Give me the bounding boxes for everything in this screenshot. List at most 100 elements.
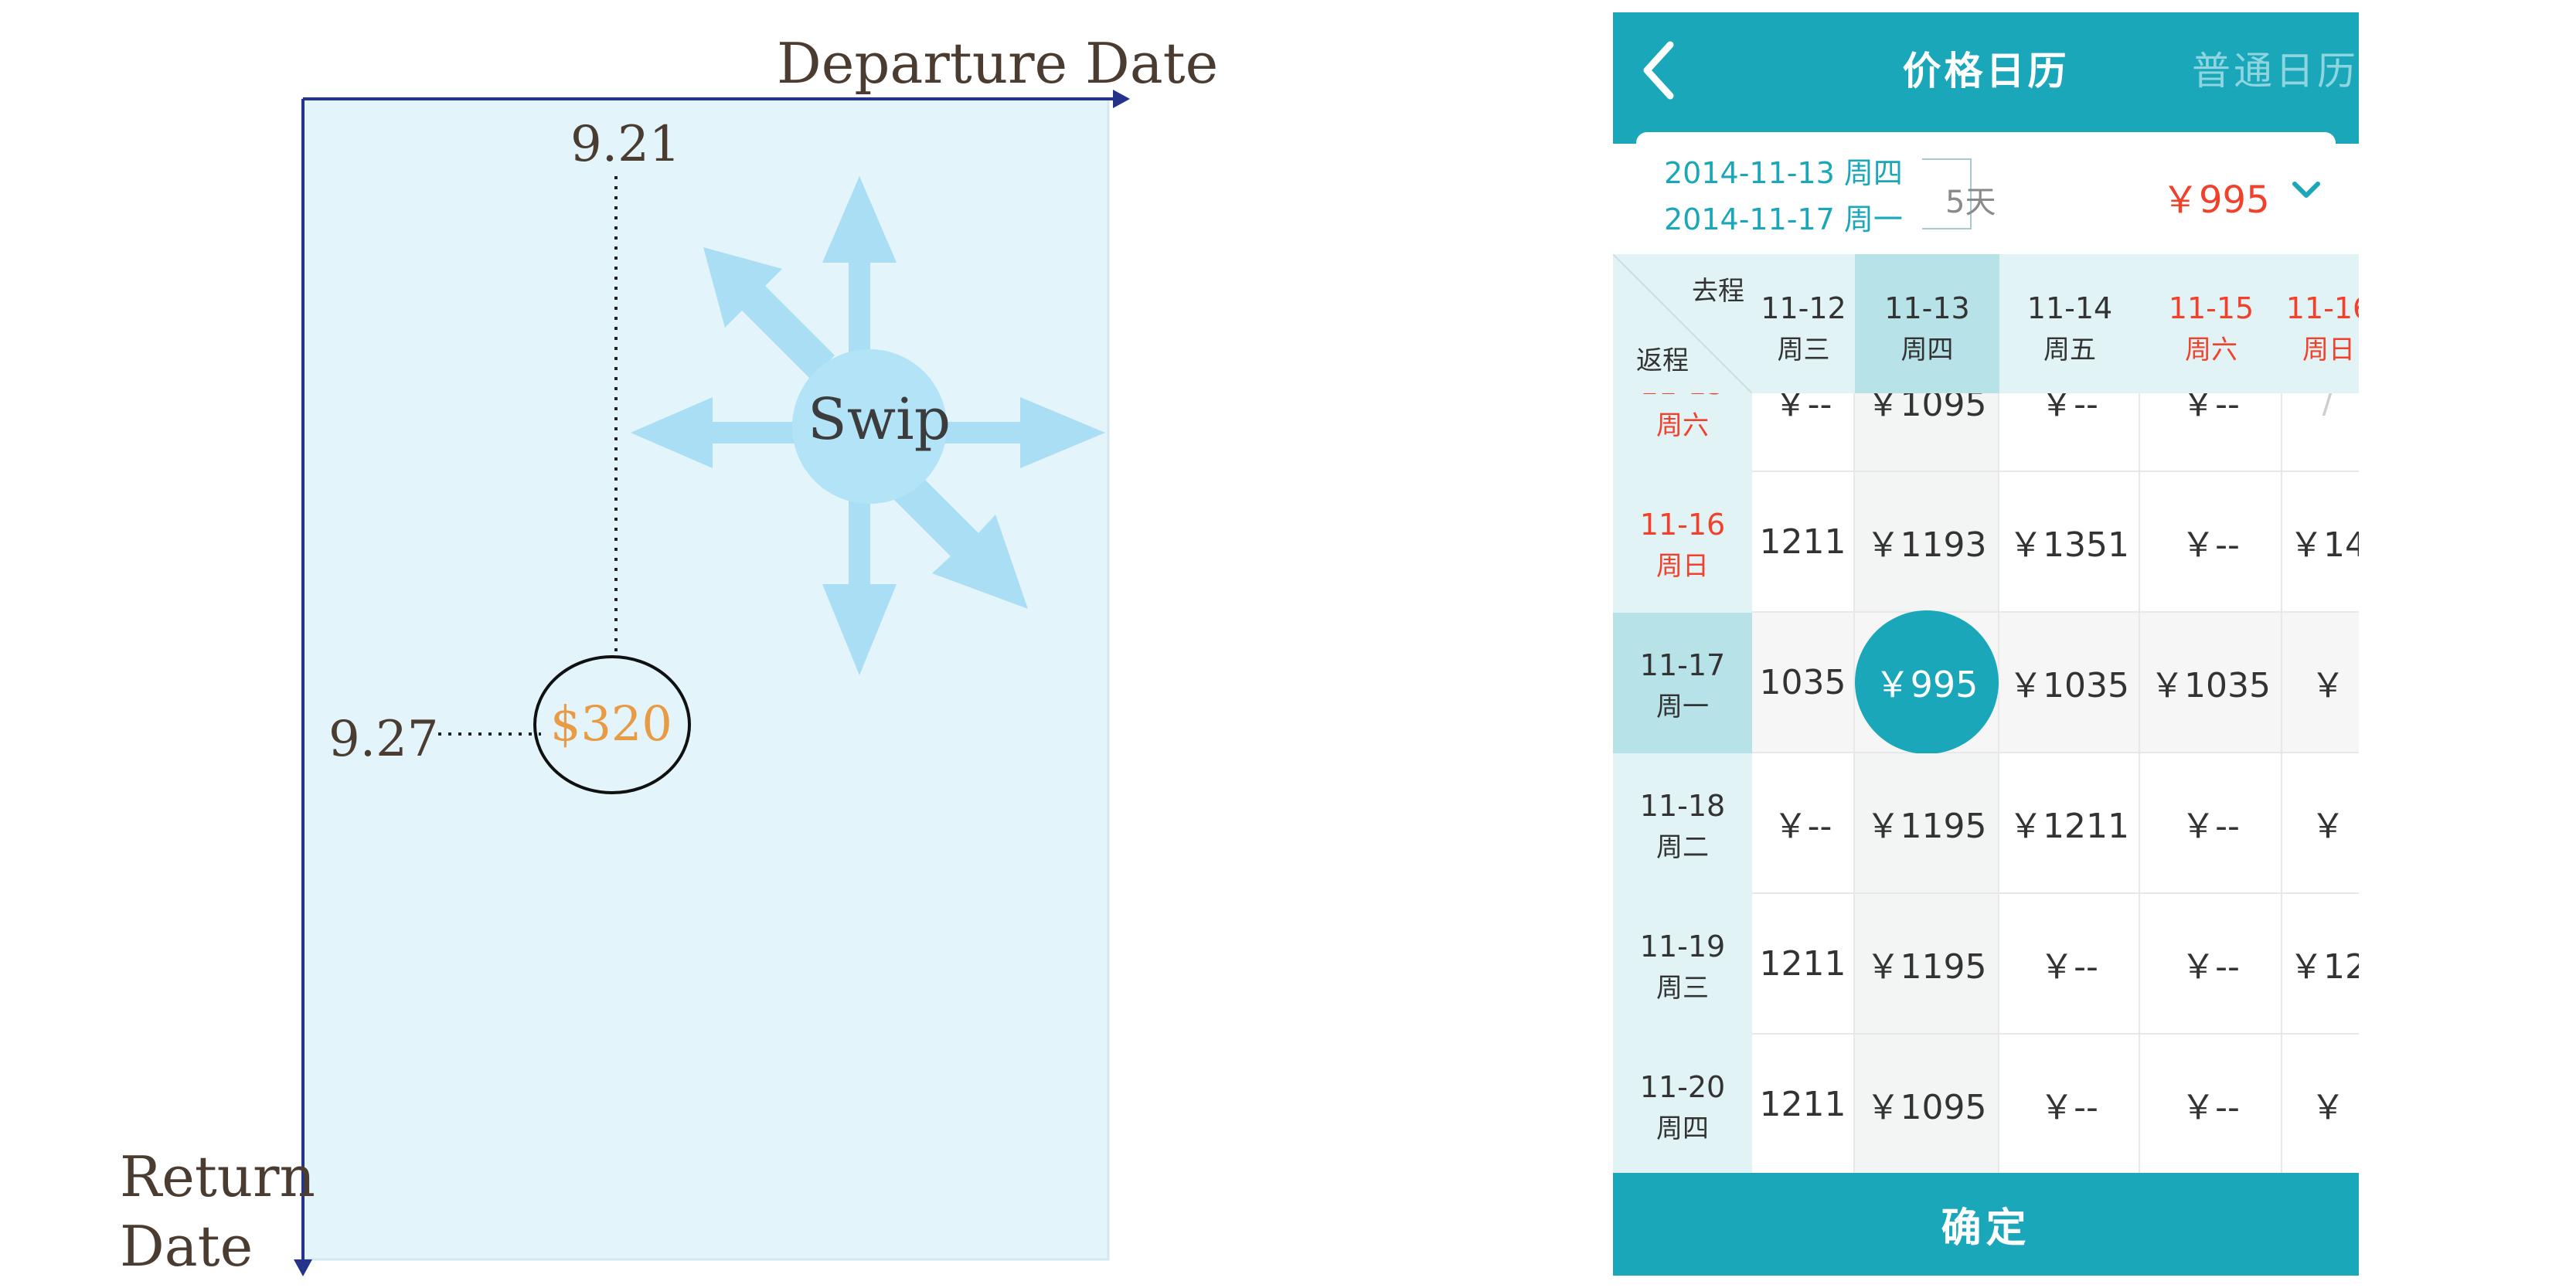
total-price: ￥995 [2162, 178, 2270, 222]
price-value: ￥1035 [2009, 666, 2129, 705]
price-cell[interactable]: 1211 [1752, 1035, 1855, 1175]
row-date: 11-18 [1639, 789, 1726, 823]
row-weekday: 周六 [1656, 410, 1709, 441]
price-value: ￥1035 [2150, 666, 2271, 705]
diagram-canvas [294, 90, 1130, 1276]
price-value: ￥-- [1773, 807, 1832, 846]
tab-normal-calendar[interactable]: 普通日历 [2192, 40, 2359, 96]
column-weekday: 周日 [2302, 335, 2355, 365]
row-weekday: 周二 [1656, 832, 1709, 863]
price-cell[interactable]: ￥-- [1999, 894, 2140, 1035]
price-value: ￥14 [2289, 525, 2359, 565]
price-grid: 去程 返程 11-12 周三 11-13 周四 11-14 周五 11-15 周六 11-16 周… [1613, 254, 2359, 1184]
column-date: 11-15 [2168, 291, 2254, 325]
price-cell[interactable]: ￥1095 [1855, 1035, 1999, 1175]
row-date: 11-20 [1639, 1070, 1726, 1104]
price-cell[interactable]: ￥-- [1752, 753, 1855, 894]
price-cell[interactable]: ￥-- [2140, 472, 2282, 613]
price-value: ￥ [2311, 666, 2345, 705]
nav-bar: 价格日历 普通日历 [1613, 12, 2359, 144]
departure-date-text: 2014-11-13 周四 [1664, 156, 1903, 190]
column-date: 11-14 [2026, 291, 2113, 325]
row-date: 11-17 [1639, 648, 1726, 682]
row-date: 11-19 [1639, 929, 1726, 963]
price-value: ￥1351 [2009, 525, 2129, 565]
price-calendar-screen: 价格日历 普通日历 2014-11-13 周四 2014-11-17 周一 5天… [1613, 12, 2359, 1276]
return-row-header[interactable]: 11-19 周三 [1613, 894, 1752, 1036]
price-value: ￥1195 [1866, 807, 1987, 846]
price-cell[interactable]: 1035 [1752, 613, 1855, 753]
price-cell[interactable]: ￥1193 [1855, 472, 1999, 613]
price-cell[interactable]: ￥ [2282, 753, 2359, 894]
column-weekday: 周四 [1901, 335, 1954, 365]
row-date: 11-16 [1639, 508, 1726, 542]
price-cell[interactable]: 1211 [1752, 894, 1855, 1035]
departure-column-header[interactable]: 11-13 周四 [1855, 254, 1999, 393]
departure-column-header[interactable]: 11-16 周日 [2282, 254, 2359, 393]
trip-summary-card[interactable]: 2014-11-13 周四 2014-11-17 周一 5天 ￥995 [1636, 132, 2336, 242]
price-value: ￥1211 [2009, 807, 2129, 846]
selected-price-label: $320 [550, 695, 672, 752]
swipe-label: Swip [808, 386, 951, 453]
price-value: 1211 [1759, 522, 1846, 562]
trip-duration: 5天 [1945, 185, 1996, 220]
price-cell[interactable]: ￥1195 [1855, 753, 1999, 894]
price-cell[interactable]: ￥1211 [1999, 753, 2140, 894]
return-label-line2: Date [120, 1214, 254, 1279]
price-cell[interactable]: ￥995 [1854, 610, 1999, 754]
return-row-header[interactable]: 11-18 周二 [1613, 753, 1752, 895]
price-value: ￥-- [2181, 1088, 2240, 1127]
corner-departure-label: 去程 [1692, 276, 1744, 307]
selected-price-bubble: ￥995 [1854, 610, 1999, 754]
column-weekday: 周六 [2185, 335, 2237, 365]
confirm-button[interactable]: 确定 [1613, 1173, 2359, 1276]
price-value: ￥-- [2040, 947, 2098, 987]
column-date: 11-16 [2285, 291, 2359, 325]
price-value: ￥12 [2289, 947, 2359, 987]
return-row-header[interactable]: 11-16 周日 [1613, 472, 1752, 614]
row-weekday: 周日 [1656, 551, 1709, 582]
column-weekday: 周三 [1777, 335, 1830, 365]
departure-column-header[interactable]: 11-15 周六 [2140, 254, 2282, 393]
return-row-header[interactable]: 11-20 周四 [1613, 1035, 1752, 1177]
price-cell[interactable]: ￥ [2282, 1035, 2359, 1175]
price-value: ￥1195 [1866, 947, 1987, 987]
price-value: ￥ [2311, 1088, 2345, 1127]
return-date-text: 2014-11-17 周一 [1664, 202, 1903, 236]
price-value: ￥ [2311, 807, 2345, 846]
price-cell[interactable]: ￥ [2282, 613, 2359, 753]
price-cell[interactable]: ￥-- [2140, 894, 2282, 1035]
price-cell[interactable]: ￥1035 [1999, 613, 2140, 753]
price-value: 1211 [1759, 1084, 1846, 1124]
price-value: ￥-- [2181, 807, 2240, 846]
price-value: ￥-- [2181, 947, 2240, 987]
price-cell[interactable]: ￥1351 [1999, 472, 2140, 613]
corner-return-label: 返程 [1636, 345, 1689, 376]
price-value: ￥1193 [1866, 525, 1987, 565]
price-cell[interactable]: 1211 [1752, 472, 1855, 613]
departure-tick-label: 9.21 [570, 116, 681, 173]
row-weekday: 周四 [1656, 1113, 1709, 1144]
price-cell[interactable]: ￥12 [2282, 894, 2359, 1035]
return-date-axis-label: Return Date [120, 1142, 315, 1281]
price-cell[interactable]: ￥1035 [2140, 613, 2282, 753]
swipe-diagram: Departure Date Return Date 9.21 9.27 $32… [0, 0, 1218, 1288]
return-tick-label: 9.27 [328, 711, 439, 768]
grid-corner: 去程 返程 [1613, 254, 1752, 393]
row-weekday: 周三 [1656, 973, 1709, 1004]
price-cell[interactable]: ￥1195 [1855, 894, 1999, 1035]
price-value: 1211 [1759, 943, 1846, 984]
price-cell[interactable]: ￥14 [2282, 472, 2359, 613]
column-weekday: 周五 [2043, 335, 2096, 365]
column-date: 11-12 [1761, 291, 1846, 325]
return-row-header[interactable]: 11-17 周一 [1613, 613, 1752, 755]
price-cell[interactable]: ￥-- [2140, 1035, 2282, 1175]
departure-column-header[interactable]: 11-14 周五 [1999, 254, 2140, 393]
departure-column-header[interactable]: 11-12 周三 [1752, 254, 1855, 393]
price-cell[interactable]: ￥-- [2140, 753, 2282, 894]
row-weekday: 周一 [1656, 692, 1709, 722]
price-cell[interactable]: ￥-- [1999, 1035, 2140, 1175]
price-value: ￥-- [2040, 1088, 2098, 1127]
price-value: ￥1095 [1866, 1088, 1987, 1127]
chevron-down-icon[interactable] [2292, 180, 2321, 200]
